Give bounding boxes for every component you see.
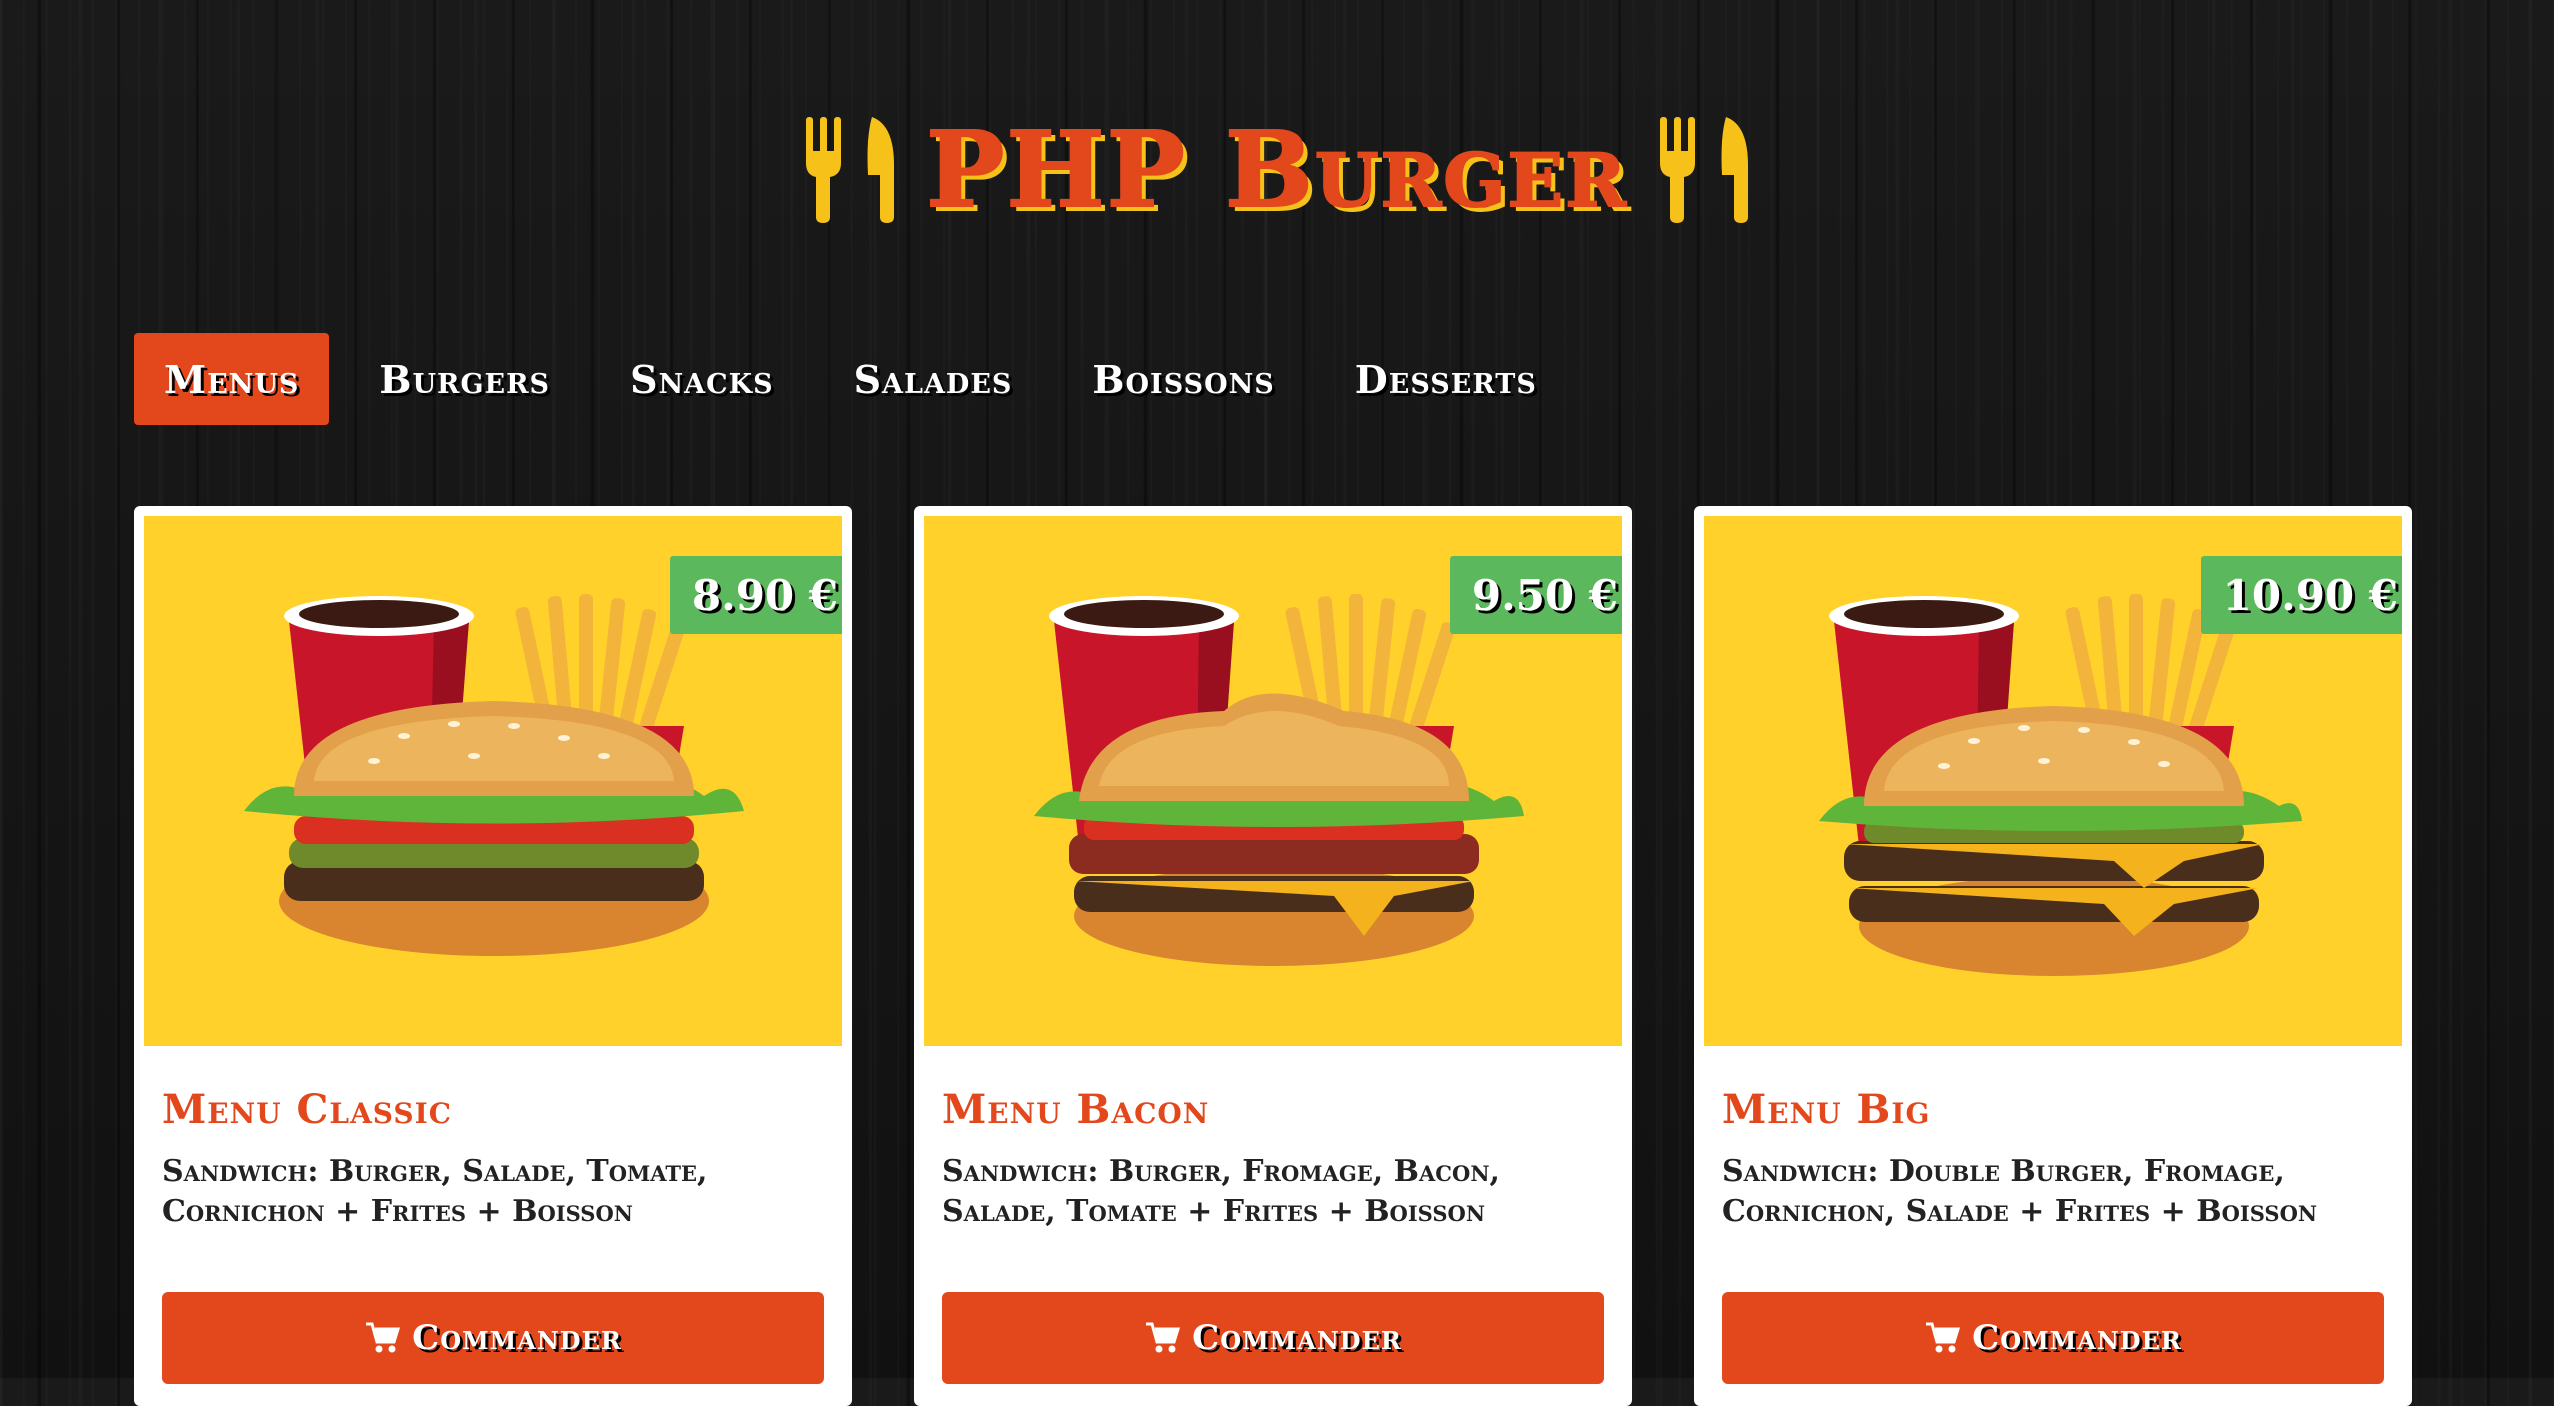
product-card: 8.90 € Menu Classic Sandwich: Burger, Sa…: [134, 506, 852, 1406]
order-button-label: Commander: [412, 1318, 622, 1358]
nav-item-desserts[interactable]: Desserts: [1325, 333, 1567, 425]
cart-icon: [1924, 1320, 1961, 1356]
product-image-menu-classic: 8.90 €: [144, 516, 842, 1046]
site-title: PHP Burger: [925, 108, 1628, 231]
product-description: Sandwich: Burger, Fromage, Bacon, Salade…: [942, 1154, 1500, 1229]
nav-item-burgers[interactable]: Burgers: [349, 333, 580, 425]
nav-item-menus[interactable]: Menus: [134, 333, 330, 425]
product-description: Sandwich: Double Burger, Fromage, Cornic…: [1722, 1154, 2318, 1229]
category-nav: Menus Burgers Snacks Salades Boissons De…: [134, 333, 1567, 425]
product-title: Menu Big: [1722, 1086, 1931, 1133]
nav-item-snacks[interactable]: Snacks: [600, 333, 804, 425]
fork-knife-icon: [1656, 117, 1752, 223]
product-title: Menu Classic: [162, 1086, 453, 1133]
cart-icon: [364, 1320, 401, 1356]
order-button-label: Commander: [1192, 1318, 1402, 1358]
product-card: 9.50 € Menu Bacon Sandwich: Burger, From…: [914, 506, 1632, 1406]
product-image-menu-bacon: 9.50 €: [924, 516, 1622, 1046]
price-tag: 8.90 €: [669, 556, 842, 634]
order-button[interactable]: Commander: [1722, 1292, 2384, 1384]
order-button[interactable]: Commander: [942, 1292, 1604, 1384]
product-grid: 8.90 € Menu Classic Sandwich: Burger, Sa…: [134, 506, 2412, 1406]
order-button-label: Commander: [1972, 1318, 2182, 1358]
order-button[interactable]: Commander: [162, 1292, 824, 1384]
price-tag: 10.90 €: [2200, 556, 2402, 634]
cart-icon: [1144, 1320, 1181, 1356]
product-title: Menu Bacon: [942, 1086, 1210, 1133]
site-header: PHP Burger: [0, 110, 2554, 230]
nav-item-salades[interactable]: Salades: [824, 333, 1043, 425]
price-tag: 9.50 €: [1449, 556, 1622, 634]
nav-item-boissons[interactable]: Boissons: [1062, 333, 1304, 425]
product-card: 10.90 € Menu Big Sandwich: Double Burger…: [1694, 506, 2412, 1406]
product-image-menu-big: 10.90 €: [1704, 516, 2402, 1046]
product-description: Sandwich: Burger, Salade, Tomate, Cornic…: [162, 1154, 708, 1229]
fork-knife-icon: [802, 117, 898, 223]
